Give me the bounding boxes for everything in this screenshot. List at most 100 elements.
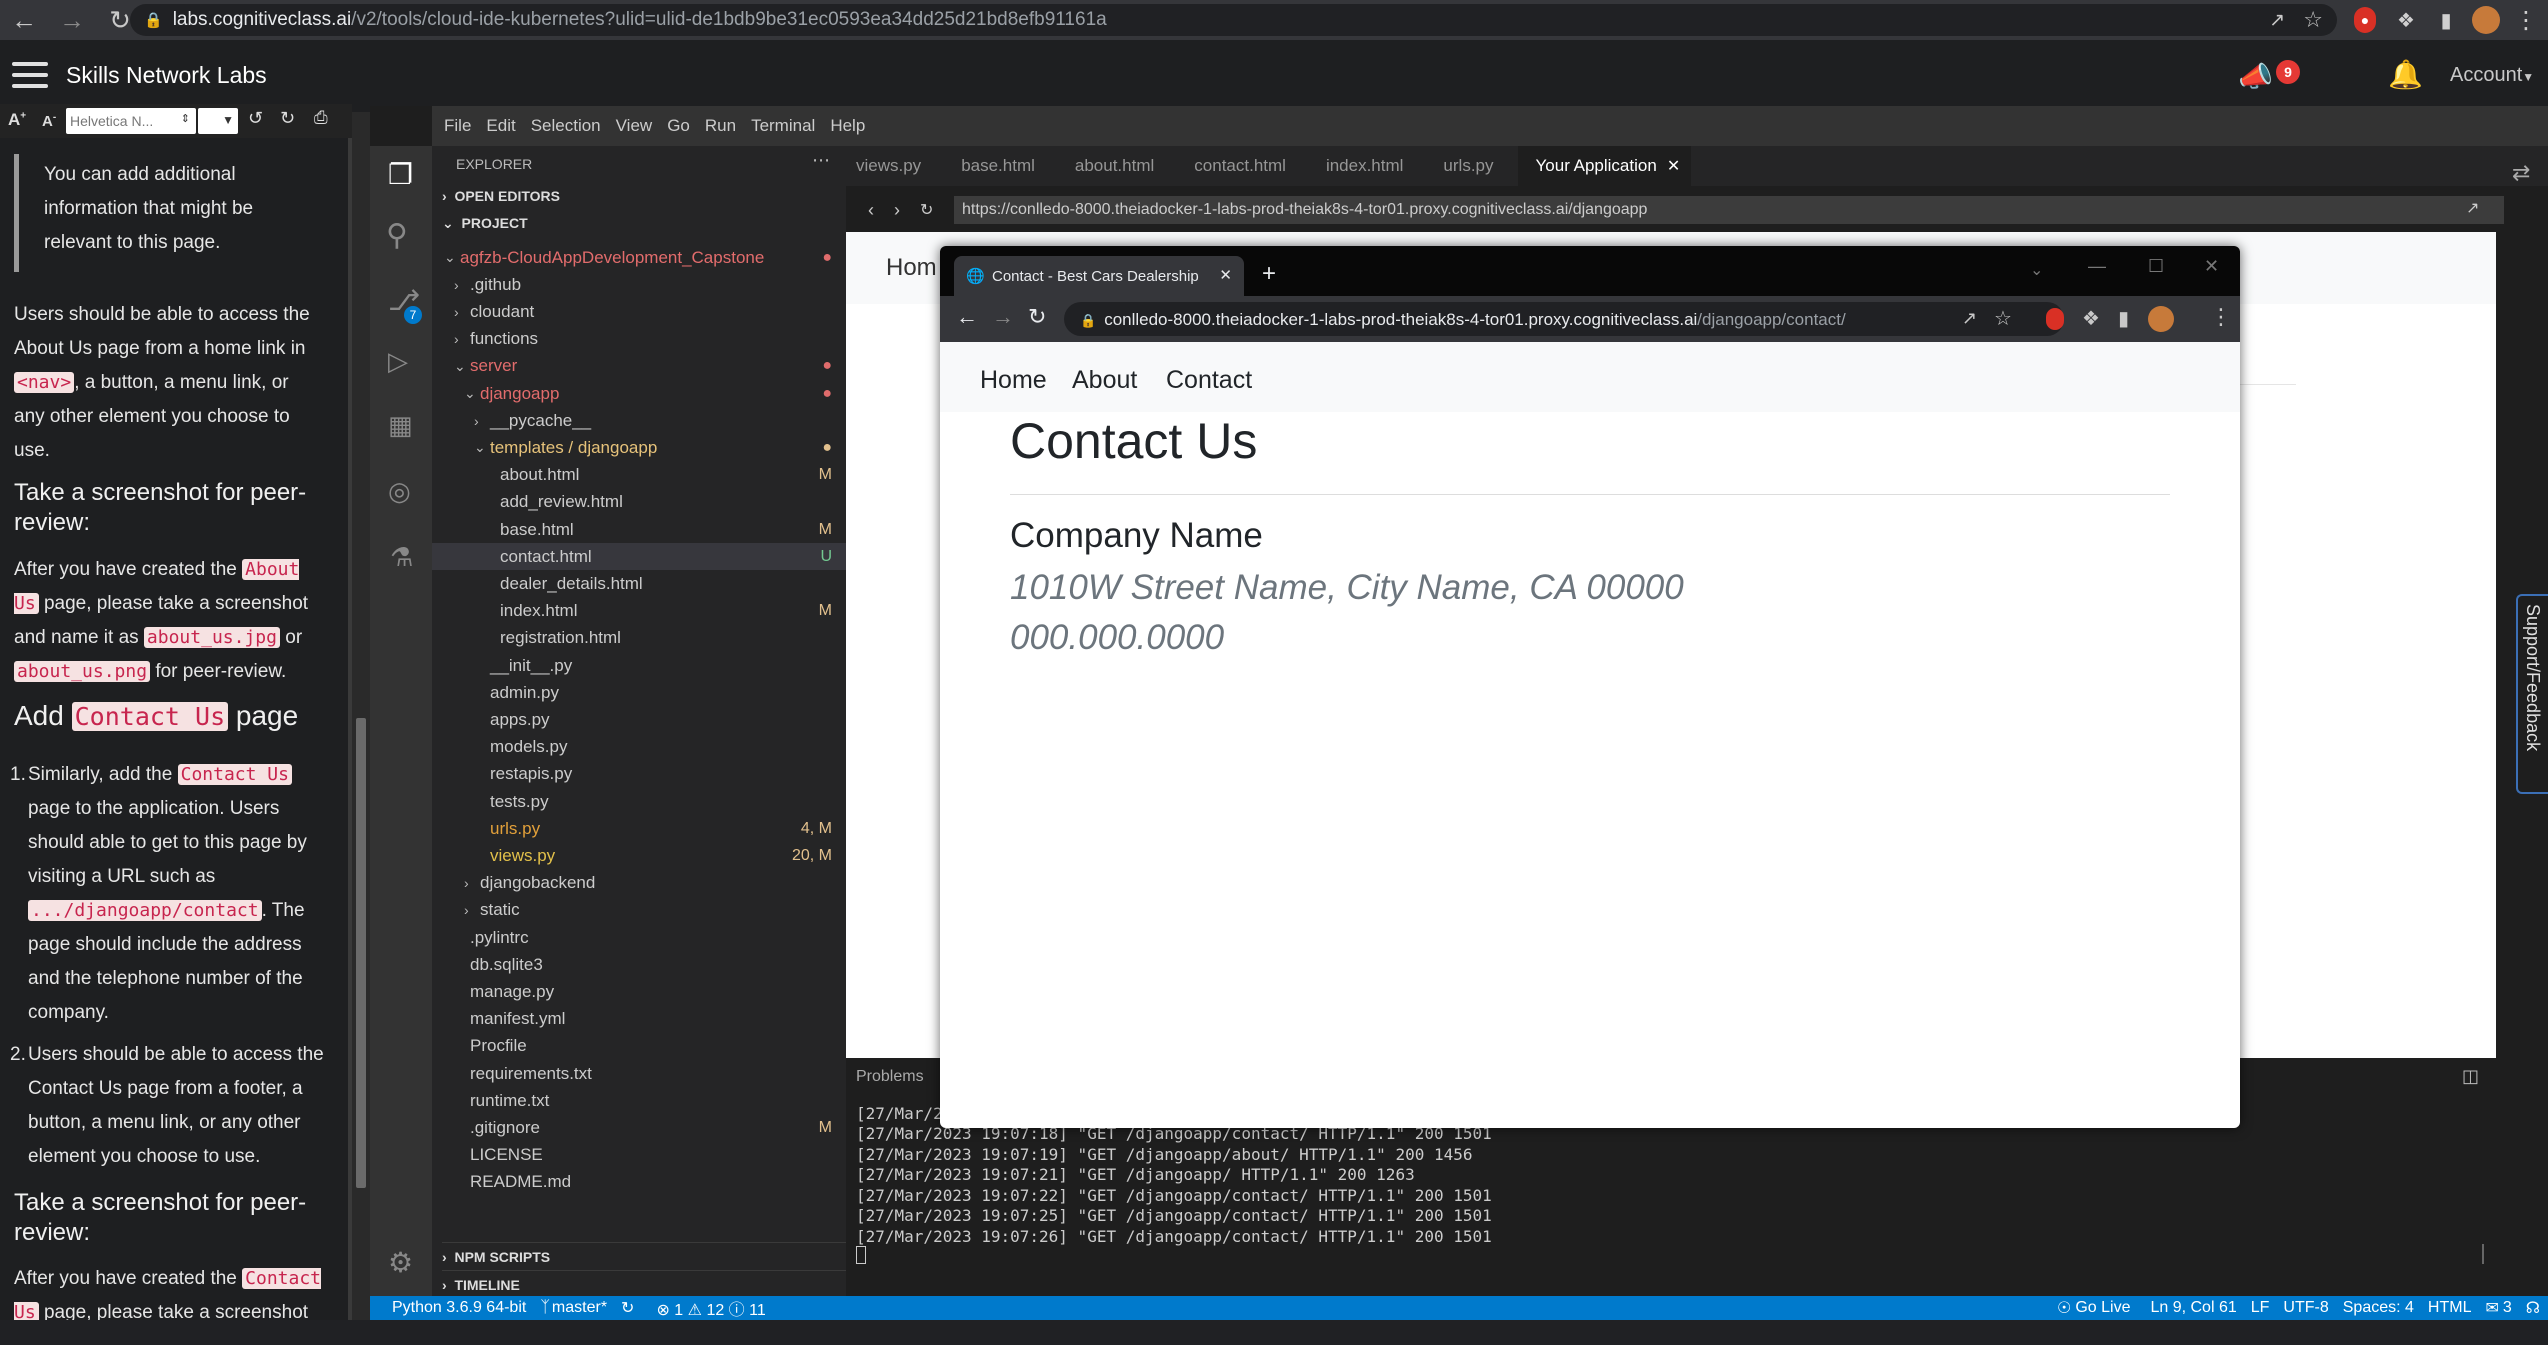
tree-row[interactable]: Procfile [432,1033,846,1060]
settings-gear-icon[interactable]: ⚙ [388,1246,413,1279]
notifications-count[interactable]: 3 [2503,1299,2512,1317]
tab-index-html[interactable]: index.html [1298,146,1416,186]
tree-row[interactable]: index.html M [432,598,846,625]
nav-home-link[interactable]: Home [980,366,1047,395]
go-live-button[interactable]: Go Live [2075,1299,2130,1317]
run-debug-icon[interactable]: ▷ [388,346,408,377]
tree-row[interactable]: .pylintrc [432,924,846,951]
popup-back-icon[interactable]: ← [956,304,978,330]
tree-row[interactable]: restapis.py [432,761,846,788]
cursor-position[interactable]: Ln 9, Col 61 [2150,1299,2236,1317]
size-select[interactable]: ▼ [198,108,238,134]
tree-row[interactable]: __init__.py [432,652,846,679]
popup-tab-close-icon[interactable]: ✕ [1219,266,1232,284]
tab-views-py[interactable]: views.py [846,146,934,186]
tree-row[interactable]: about.html M [432,462,846,489]
eol[interactable]: LF [2251,1299,2270,1317]
bell-status-icon[interactable]: ☊ [2526,1298,2540,1318]
tree-row[interactable]: views.py 20, M [432,842,846,869]
tree-row[interactable]: LICENSE [432,1142,846,1169]
tree-row[interactable]: README.md [432,1169,846,1196]
tree-row[interactable]: apps.py [432,706,846,733]
project-section[interactable]: ⌄ PROJECT [442,215,528,232]
back-icon[interactable]: ← [0,0,48,40]
undo-icon[interactable]: ↺ [248,108,263,129]
redo-icon[interactable]: ↻ [280,108,295,129]
popup-ext-red-icon[interactable] [2046,308,2064,330]
popup-forward-icon[interactable]: → [992,304,1014,330]
maximize-icon[interactable]: ☐ [2148,256,2164,277]
tree-row[interactable]: ⌄ server ● [432,353,846,380]
indentation[interactable]: Spaces: 4 [2343,1299,2414,1317]
files-icon[interactable]: ❐ [388,158,413,191]
panel-resize-scrollbar[interactable] [352,112,370,1320]
popup-tab[interactable]: 🌐 Contact - Best Cars Dealership ✕ [954,256,1244,296]
minimize-icon[interactable]: — [2088,256,2106,277]
nav-about-link[interactable]: About [1072,366,1137,395]
new-tab-icon[interactable]: + [1262,260,1276,288]
tree-row[interactable]: › cloudant [432,298,846,325]
sidebar-icon[interactable]: ▮ [2432,6,2460,34]
explorer-more-icon[interactable]: ⋯ [812,150,830,171]
tab-urls-py[interactable]: urls.py [1415,146,1506,186]
tab-your-application[interactable]: Your Application ✕ [1517,146,1693,186]
git-branch[interactable]: master* [552,1299,607,1317]
tab-base-html[interactable]: base.html [933,146,1047,186]
close-tab-icon[interactable]: ✕ [1667,156,1680,176]
tree-row[interactable]: urls.py 4, M [432,815,846,842]
problems-count[interactable]: ⊗ 1 ⚠ 12 ⓘ 11 [656,1296,765,1320]
profile-avatar[interactable] [2472,6,2500,34]
tree-row[interactable]: requirements.txt [432,1060,846,1087]
tree-row[interactable]: ⌄ agfzb-CloudAppDevelopment_Capstone ● [432,244,846,271]
tree-row[interactable]: tests.py [432,788,846,815]
tree-row[interactable]: ⌄ templates / djangoapp ● [432,434,846,461]
remote-icon[interactable]: ◎ [388,476,411,507]
tree-row[interactable]: base.html M [432,516,846,543]
tree-row[interactable]: › static [432,897,846,924]
popup-sidebar-icon[interactable]: ▮ [2118,306,2129,331]
tree-row[interactable]: registration.html [432,625,846,652]
preview-home-link[interactable]: Hom [886,254,937,282]
tree-row[interactable]: manifest.yml [432,1006,846,1033]
window-close-icon[interactable]: ✕ [2204,256,2219,277]
tree-row[interactable]: › djangobackend [432,870,846,897]
share-icon[interactable]: ↗ [2269,9,2285,32]
tree-row[interactable]: dealer_details.html [432,570,846,597]
preview-forward-icon[interactable]: › [894,200,900,221]
problems-tab[interactable]: Problems [856,1068,924,1086]
testing-icon[interactable]: ⚗ [390,542,413,573]
popup-address-bar[interactable]: 🔒 conlledo-8000.theiadocker-1-labs-prod-t… [1064,302,2064,336]
tree-row[interactable]: › .github [432,271,846,298]
menu-go[interactable]: Go [667,116,690,136]
scrollbar-thumb[interactable] [356,718,366,1188]
tree-row[interactable]: manage.py [432,978,846,1005]
popup-reload-icon[interactable]: ↻ [1028,304,1046,330]
menu-view[interactable]: View [616,116,653,136]
extension-red-icon[interactable]: ● [2354,7,2376,33]
python-interpreter[interactable]: Python 3.6.9 64-bit [392,1299,526,1317]
tree-row[interactable]: › functions [432,326,846,353]
tab-contact-html[interactable]: contact.html [1166,146,1298,186]
menu-dots-icon[interactable]: ⋮ [2512,6,2540,34]
menu-edit[interactable]: Edit [486,116,515,136]
popup-puzzle-icon[interactable]: ❖ [2082,306,2100,331]
ide-right-icon[interactable]: ⇄ [2512,160,2530,186]
account-menu[interactable]: Account▼ [2450,64,2534,87]
popup-star-icon[interactable]: ☆ [1994,306,2012,331]
font-decrease-icon[interactable]: A- [42,112,56,130]
tree-row[interactable]: db.sqlite3 [432,951,846,978]
preview-url-input[interactable]: https://conlledo-8000.theiadocker-1-labs… [954,196,2504,224]
preview-back-icon[interactable]: ‹ [868,200,874,221]
tree-row[interactable]: .gitignore M [432,1114,846,1141]
tree-row[interactable]: contact.html U [432,543,846,571]
support-feedback-tab[interactable]: Support/Feedback [2516,594,2548,794]
tree-row[interactable]: add_review.html [432,489,846,516]
megaphone-icon[interactable]: 📣 [2238,60,2273,93]
font-select[interactable]: Helvetica N... ⇕ [66,108,196,134]
menu-help[interactable]: Help [830,116,865,136]
tab-search-icon[interactable]: ⌄ [2030,260,2043,280]
tree-row[interactable]: ⌄ djangoapp ● [432,380,846,407]
menu-selection[interactable]: Selection [531,116,601,136]
print-icon[interactable]: ⎙ [314,108,328,128]
extensions-icon[interactable]: ▦ [388,410,413,441]
